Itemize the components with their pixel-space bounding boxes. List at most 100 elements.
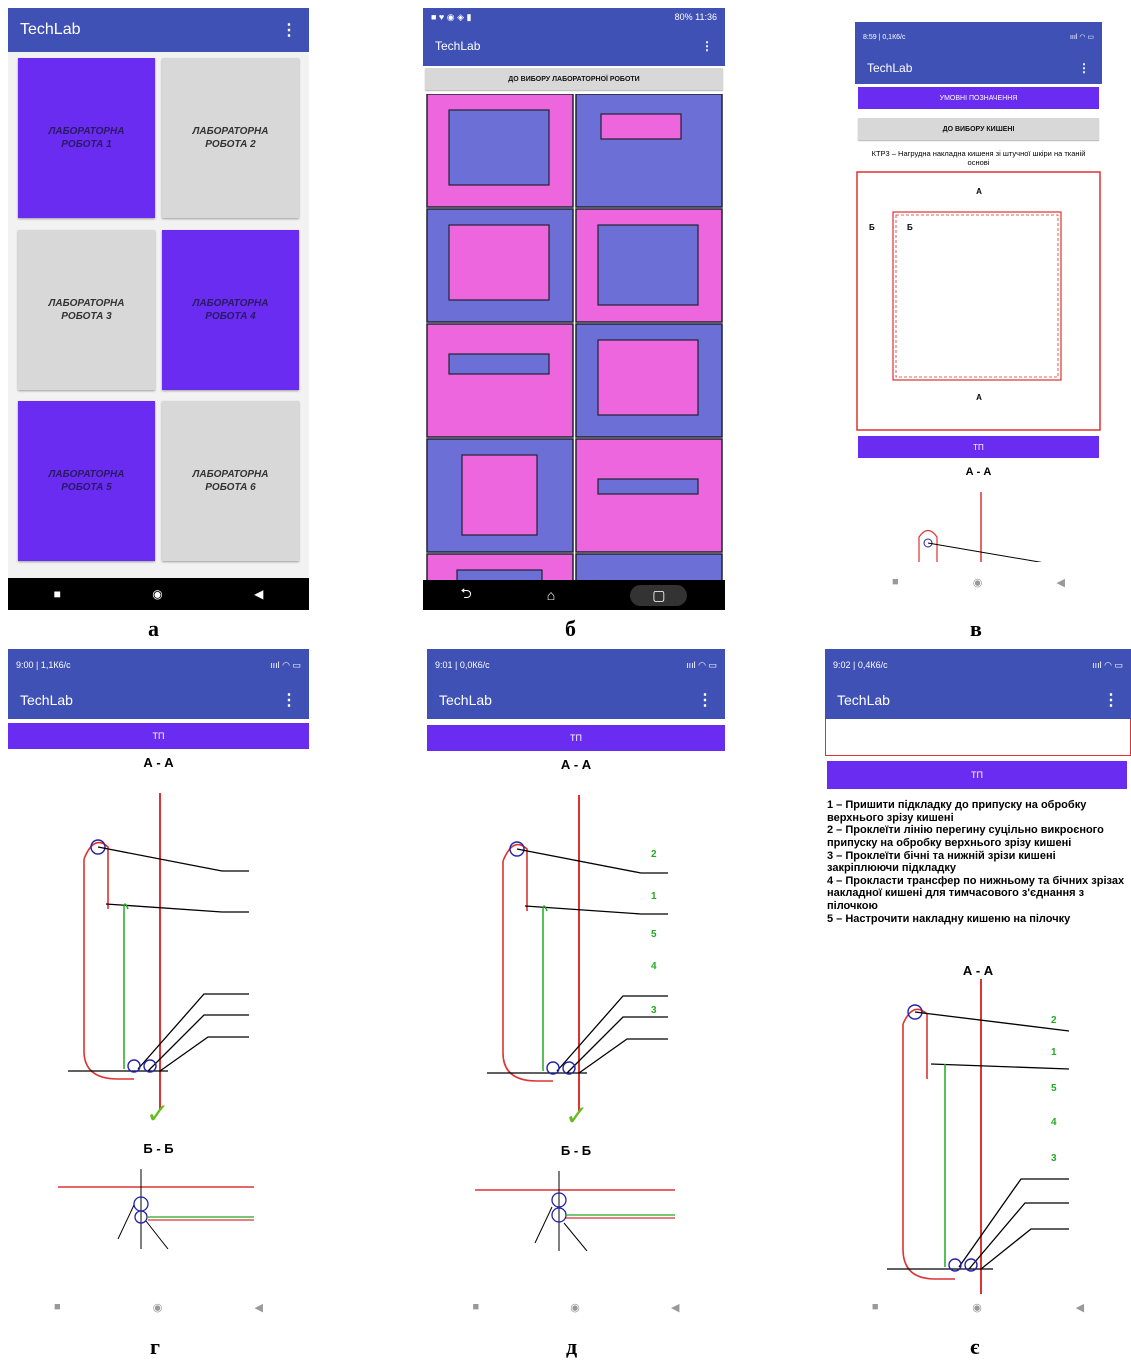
tp-button[interactable]: ТП xyxy=(827,761,1127,789)
lab-tile-2[interactable]: ЛАБОРАТОРНА РОБОТА 2 xyxy=(162,58,299,218)
recents-icon[interactable]: ■ xyxy=(54,1301,61,1313)
home-icon[interactable]: ◉ xyxy=(570,1301,580,1314)
lining-line xyxy=(542,905,548,1071)
status-bar: 8:59 | 0,1К6/с ıııl ◠ ▭ xyxy=(855,22,1102,52)
caption-e: є xyxy=(970,1334,980,1359)
tile-label: РОБОТА 1 xyxy=(61,139,112,150)
phone-c: 8:59 | 0,1К6/с ıııl ◠ ▭ TechLab ⋮ УМОВНІ… xyxy=(855,22,1102,602)
home-icon[interactable]: ◉ xyxy=(153,1301,163,1314)
tile-label: ЛАБОРАТОРНА xyxy=(48,469,125,480)
status-left: 9:02 | 0,4К6/с xyxy=(833,660,888,670)
home-icon[interactable]: ◉ xyxy=(972,1301,982,1314)
recents-icon[interactable]: ■ xyxy=(872,1301,879,1313)
recents-icon[interactable]: ▢ xyxy=(630,584,688,606)
back-icon[interactable]: ◀ xyxy=(254,587,263,601)
back-icon[interactable]: ◀ xyxy=(1056,576,1064,589)
recents-icon[interactable]: ■ xyxy=(892,576,899,588)
layer-label: 1 xyxy=(1051,1047,1057,1058)
pocket-shape xyxy=(597,224,699,306)
back-to-pocket-button[interactable]: ДО ВИБОРУ КИШЕНІ xyxy=(858,118,1099,140)
back-to-lab-button[interactable]: ДО ВИБОРУ ЛАБОРАТОРНОЇ РОБОТИ xyxy=(425,68,723,90)
section-mark-b-left: Б xyxy=(869,223,875,232)
layer-label: 4 xyxy=(651,961,657,972)
overflow-menu-icon[interactable]: ⋮ xyxy=(1103,690,1119,710)
system-nav-bar: ■ ◉ ◀ xyxy=(825,1294,1131,1320)
phone-g: 9:00 | 1,1К6/с ıııl ◠ ▭ TechLab ⋮ ТП А -… xyxy=(8,649,309,1324)
tile-label: ЛАБОРАТОРНА xyxy=(192,126,269,137)
lining-line xyxy=(123,903,129,1069)
layer-line xyxy=(914,1011,1070,1032)
step-item: 3 – Проклеїти бічні та нижній зрізи кише… xyxy=(827,849,1056,875)
tp-button[interactable]: ТП xyxy=(858,436,1099,458)
pocket-drawing: А А Б Б xyxy=(856,171,1101,431)
back-icon[interactable]: ◀ xyxy=(254,1301,262,1314)
signal-wifi-battery-icon: ıııl ◠ ▭ xyxy=(1092,659,1123,670)
fold-outline xyxy=(902,1024,955,1280)
back-icon[interactable]: ⮌ xyxy=(461,583,472,607)
app-title: TechLab xyxy=(20,21,81,38)
back-icon[interactable]: ◀ xyxy=(671,1301,679,1314)
status-left: 9:00 | 1,1К6/с xyxy=(16,660,71,670)
overflow-menu-icon[interactable]: ⋮ xyxy=(697,690,713,710)
step-item: 4 – Прокласти трансфер по нижньому та бі… xyxy=(827,874,1125,913)
overflow-menu-icon[interactable]: ⋮ xyxy=(281,690,297,710)
tile-label: РОБОТА 4 xyxy=(205,311,256,322)
status-right: 80% 11:36 xyxy=(674,12,717,22)
lab-tile-3[interactable]: ЛАБОРАТОРНА РОБОТА 3 xyxy=(18,230,155,390)
system-nav-bar: ⮌ ⌂ ▢ xyxy=(423,580,725,610)
tile-label: ЛАБОРАТОРНА xyxy=(48,298,125,309)
home-icon[interactable]: ◉ xyxy=(152,587,162,601)
layer-label: 2 xyxy=(651,849,657,860)
layer-line xyxy=(980,1228,1069,1270)
overflow-menu-icon[interactable]: ⋮ xyxy=(701,39,713,53)
system-nav-bar: ■ ◉ ◀ xyxy=(8,1294,309,1320)
section-title-a: А - А xyxy=(143,755,174,770)
tile-label: РОБОТА 6 xyxy=(205,482,256,493)
layer-label: 4 xyxy=(1051,1117,1057,1128)
pocket-shape xyxy=(461,454,538,536)
drawing-frame-bottom xyxy=(825,719,1131,756)
system-nav-bar: ■ ◉ ◀ xyxy=(855,570,1102,594)
overflow-menu-icon[interactable]: ⋮ xyxy=(281,20,297,40)
symbols-button[interactable]: УМОВНІ ПОЗНАЧЕННЯ xyxy=(858,87,1099,109)
lab-tile-5[interactable]: ЛАБОРАТОРНА РОБОТА 5 xyxy=(18,401,155,561)
tile-label: РОБОТА 3 xyxy=(61,311,112,322)
section-title-a: А - А xyxy=(560,757,592,772)
layer-line xyxy=(159,1036,249,1072)
section-a-drawing: 2 1 5 4 3 xyxy=(887,979,1070,1299)
section-mark-a-top: А xyxy=(976,187,982,196)
steps-list: 1 – Пришити підкладку до припуску на обр… xyxy=(827,799,1129,925)
lab-tile-1[interactable]: ЛАБОРАТОРНА РОБОТА 1 xyxy=(18,58,155,218)
pocket-grid xyxy=(426,94,723,594)
section-mark-b-inner: Б xyxy=(907,223,913,232)
tile-label: ЛАБОРАТОРНА xyxy=(192,298,269,309)
caption-d: д xyxy=(566,1334,578,1359)
signal-wifi-battery-icon: ıııl ◠ ▭ xyxy=(686,659,717,670)
home-icon[interactable]: ◉ xyxy=(973,576,983,589)
recents-icon[interactable]: ■ xyxy=(473,1301,480,1313)
layer-line xyxy=(137,993,249,1070)
app-title: TechLab xyxy=(20,692,73,708)
layer-label: 5 xyxy=(1051,1083,1057,1094)
pocket-swatch xyxy=(575,94,723,208)
lab-tile-4[interactable]: ЛАБОРАТОРНА РОБОТА 4 xyxy=(162,230,299,390)
pocket-swatch xyxy=(426,323,574,438)
overflow-menu-icon[interactable]: ⋮ xyxy=(1078,61,1090,75)
check-icon: ✓ xyxy=(146,1098,170,1129)
section-a-sketch xyxy=(918,492,1043,562)
status-bar: 9:01 | 0,0К6/с ıııl ◠ ▭ xyxy=(427,649,725,681)
recents-icon[interactable]: ■ xyxy=(54,587,61,601)
stitch-mark xyxy=(562,1061,576,1075)
layer-label: 3 xyxy=(651,1005,657,1016)
back-icon[interactable]: ◀ xyxy=(1076,1301,1084,1314)
stitch-mark xyxy=(127,1059,141,1073)
tp-button[interactable]: ТП xyxy=(427,725,725,751)
home-icon[interactable]: ⌂ xyxy=(547,587,555,603)
status-left: 9:01 | 0,0К6/с xyxy=(435,660,490,670)
notification-icons: ■ ♥ ◉ ◈ ▮ xyxy=(431,11,472,22)
section-a-drawing: 2 1 5 4 3 xyxy=(487,795,668,1111)
fold-top xyxy=(83,841,109,909)
lab-tile-6[interactable]: ЛАБОРАТОРНА РОБОТА 6 xyxy=(162,401,299,561)
tp-button[interactable]: ТП xyxy=(8,723,309,749)
section-title: А - А xyxy=(965,466,992,478)
